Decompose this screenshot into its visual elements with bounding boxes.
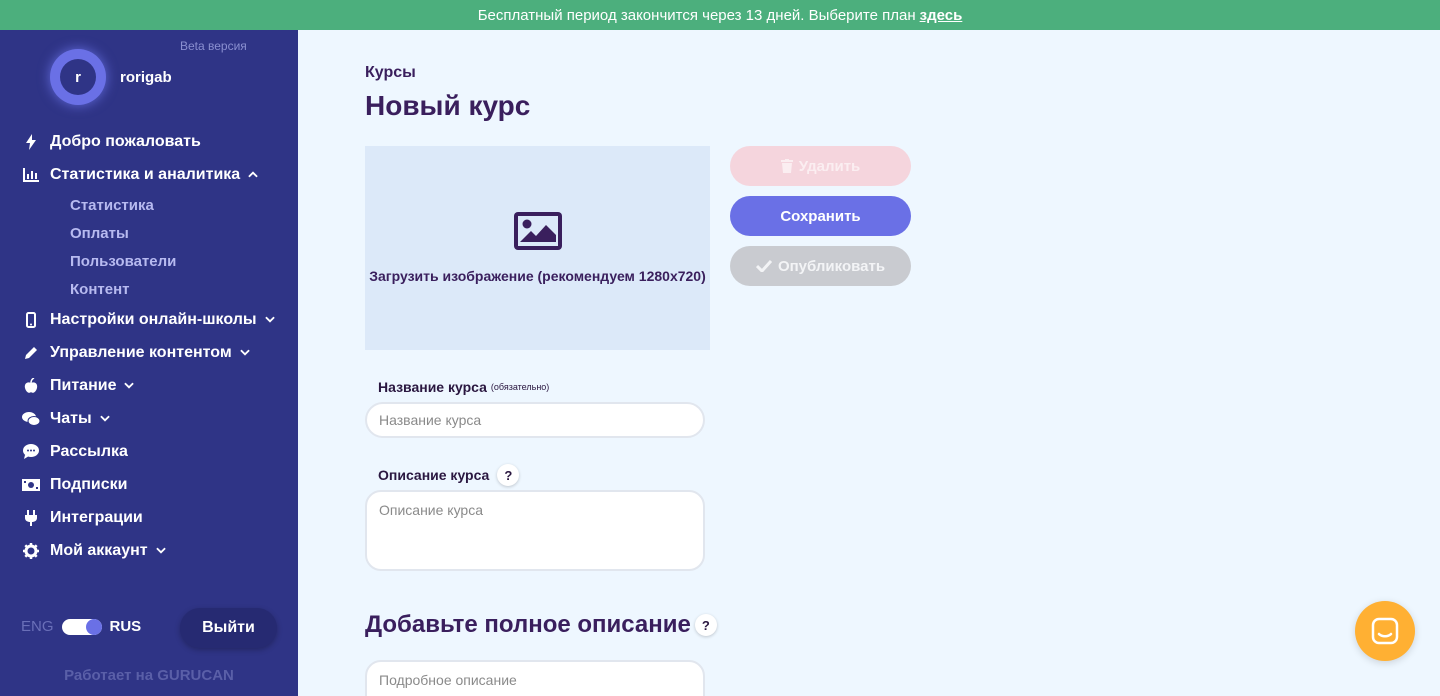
sidebar-item-content-management[interactable]: Управление контентом	[0, 336, 298, 369]
username: rorigab	[120, 69, 172, 86]
save-button[interactable]: Сохранить	[730, 196, 911, 236]
chevron-down-icon	[239, 348, 250, 358]
publish-button-label: Опубликовать	[777, 257, 886, 275]
publish-button[interactable]: Опубликовать	[730, 246, 911, 286]
plug-icon	[22, 509, 40, 527]
chart-icon	[22, 166, 40, 184]
sidebar-item-label: Настройки онлайн-школы	[50, 310, 257, 328]
image-icon	[513, 212, 562, 250]
sidebar-item-label: Статистика и аналитика	[50, 165, 241, 183]
sidebar-item-chats[interactable]: Чаты	[0, 402, 298, 435]
gear-icon	[22, 542, 40, 560]
powered-by: Работает на GURUCAN	[64, 667, 234, 684]
sidebar-item-label: Подписки	[50, 475, 128, 493]
trash-icon	[780, 159, 793, 173]
sidebar-item-label: Рассылка	[50, 442, 128, 460]
lang-eng-label[interactable]: ENG	[21, 618, 54, 635]
image-upload-area[interactable]: Загрузить изображение (рекомендуем 1280x…	[365, 146, 710, 350]
sidebar-nav: Добро пожаловать Статистика и аналитика …	[0, 125, 298, 567]
full-description-heading: Добавьте полное описание ?	[365, 611, 717, 639]
required-hint: (обязательно)	[490, 382, 550, 392]
chevron-up-icon	[248, 170, 258, 180]
help-icon[interactable]: ?	[694, 614, 717, 636]
sidebar-item-label: Интеграции	[50, 508, 143, 526]
sidebar-item-subscriptions[interactable]: Подписки	[0, 468, 298, 501]
avatar-letter: r	[60, 59, 96, 95]
full-description-title: Добавьте полное описание	[365, 611, 691, 638]
language-switch: ENG RUS	[21, 618, 141, 635]
bolt-icon	[22, 133, 40, 151]
beta-label: Beta версия	[180, 39, 247, 53]
sidebar-item-integrations[interactable]: Интеграции	[0, 501, 298, 534]
delete-button[interactable]: Удалить	[730, 146, 911, 186]
sidebar-subitem-payments[interactable]: Оплаты	[0, 219, 298, 247]
chat-widget-button[interactable]	[1355, 601, 1415, 661]
course-name-label-text: Название курса	[378, 379, 487, 395]
trial-banner: Бесплатный период закончится через 13 дн…	[0, 0, 1440, 30]
comment-icon	[22, 443, 40, 461]
sidebar-item-label: Питание	[50, 376, 117, 394]
chevron-down-icon	[99, 414, 110, 424]
sidebar-subitem-users[interactable]: Пользователи	[0, 247, 298, 275]
sidebar-item-analytics[interactable]: Статистика и аналитика	[0, 158, 298, 191]
breadcrumb[interactable]: Курсы	[365, 64, 416, 82]
sidebar-item-mailing[interactable]: Рассылка	[0, 435, 298, 468]
pencil-icon	[22, 344, 40, 362]
course-description-input[interactable]	[365, 490, 705, 571]
avatar[interactable]: r	[50, 49, 106, 105]
sidebar: Beta версия r rorigab Добро пожаловать С…	[0, 30, 298, 696]
choose-plan-link[interactable]: здесь	[920, 7, 963, 24]
phone-icon	[22, 311, 40, 329]
delete-button-label: Удалить	[798, 157, 861, 175]
page-title: Новый курс	[365, 90, 531, 121]
check-icon	[755, 260, 772, 272]
full-description-input[interactable]	[365, 660, 705, 696]
sidebar-item-label: Мой аккаунт	[50, 541, 148, 559]
save-button-label: Сохранить	[780, 207, 861, 225]
chevron-down-icon	[264, 315, 275, 325]
sidebar-subitem-stats[interactable]: Статистика	[0, 191, 298, 219]
chevron-down-icon	[155, 546, 166, 556]
apple-icon	[22, 377, 40, 395]
language-toggle[interactable]	[61, 618, 102, 635]
chevron-down-icon	[124, 381, 135, 391]
sidebar-item-school-settings[interactable]: Настройки онлайн-школы	[0, 303, 298, 336]
chat-icon	[1371, 617, 1399, 645]
course-description-label-text: Описание курса	[378, 467, 490, 483]
logout-button[interactable]: Выйти	[180, 608, 277, 648]
sidebar-item-label: Управление контентом	[50, 343, 232, 361]
course-name-input[interactable]	[365, 402, 705, 438]
sidebar-subitem-content[interactable]: Контент	[0, 275, 298, 303]
money-icon	[22, 476, 40, 494]
upload-label: Загрузить изображение (рекомендуем 1280x…	[369, 268, 706, 284]
sidebar-item-account[interactable]: Мой аккаунт	[0, 534, 298, 567]
trial-banner-text: Бесплатный период закончится через 13 дн…	[477, 6, 916, 24]
toggle-knob	[85, 618, 102, 635]
chats-icon	[22, 410, 40, 428]
lang-rus-label[interactable]: RUS	[110, 618, 142, 635]
course-name-label: Название курса (обязательно)	[378, 379, 549, 395]
sidebar-item-label: Добро пожаловать	[50, 132, 201, 150]
help-icon[interactable]: ?	[497, 464, 520, 486]
sidebar-item-welcome[interactable]: Добро пожаловать	[0, 125, 298, 158]
course-description-label: Описание курса ?	[378, 464, 520, 486]
sidebar-item-nutrition[interactable]: Питание	[0, 369, 298, 402]
sidebar-item-label: Чаты	[50, 409, 92, 427]
